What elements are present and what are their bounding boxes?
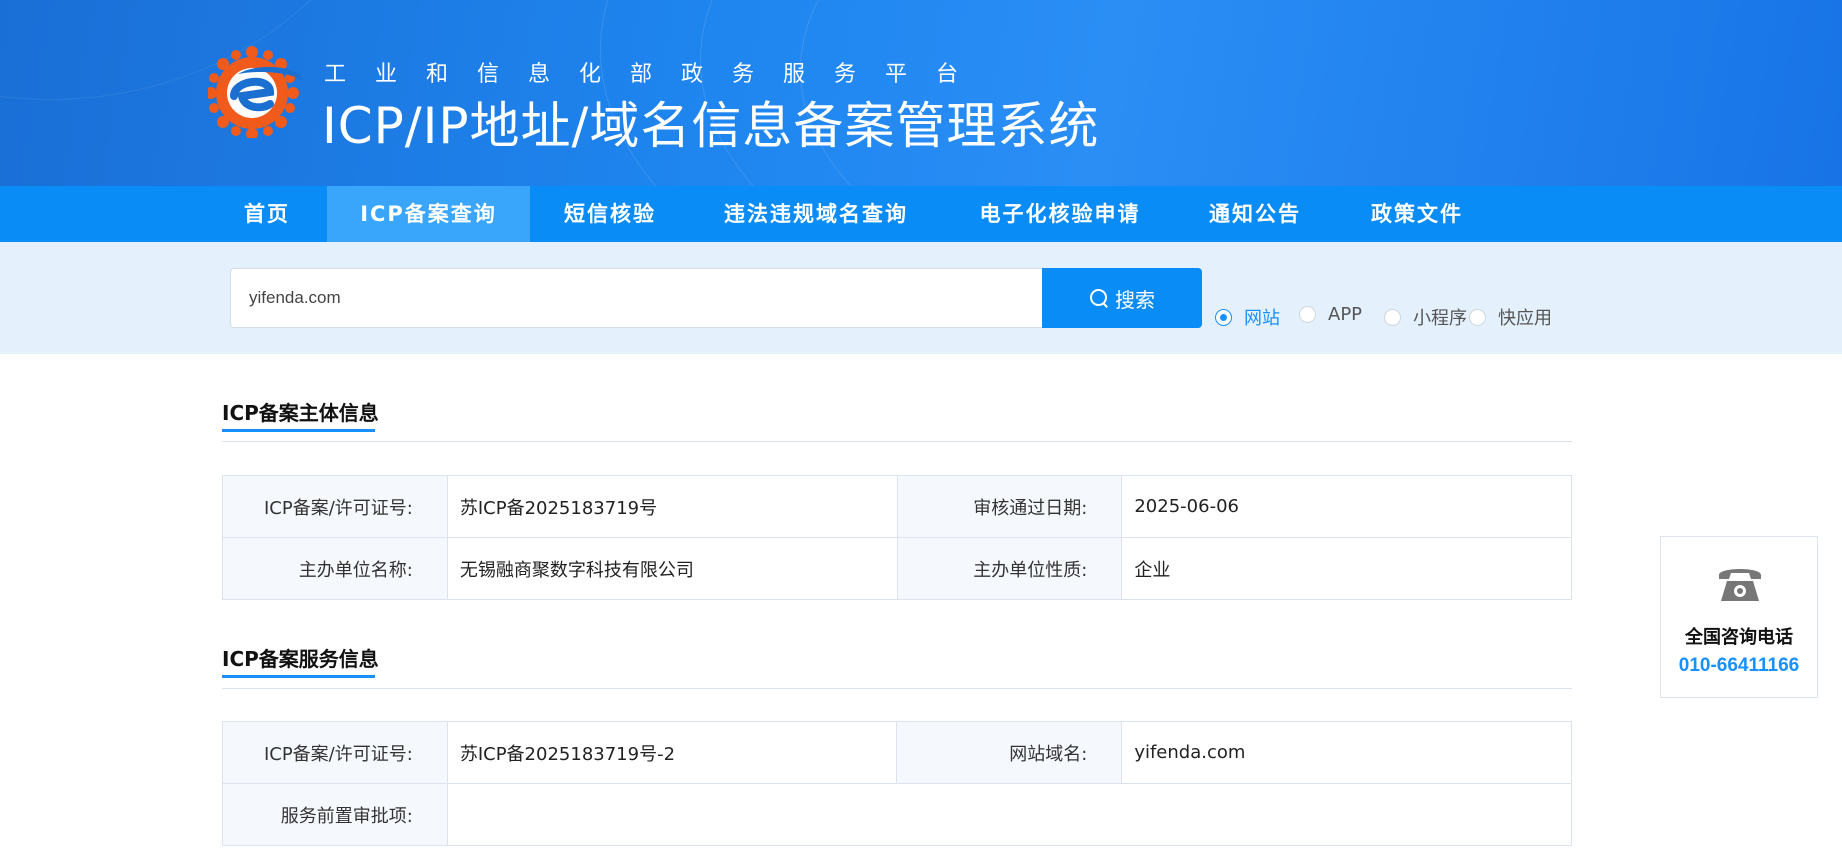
search-icon [1089,288,1109,308]
radio-website[interactable]: 网站 [1215,304,1280,330]
field-value: yifenda.com [1121,721,1572,784]
field-value [446,783,1573,846]
contact-widget[interactable]: 全国咨询电话 010-66411166 [1660,536,1818,698]
section-divider [222,441,1572,442]
radio-app-label: APP [1328,304,1363,325]
radio-unchecked-icon [1384,308,1401,326]
table-row: ICP备案/许可证号: 苏ICP备2025183719号-2 网站域名: yif… [222,721,1572,784]
miit-logo-icon [208,46,302,138]
table-row: 服务前置审批项: [222,783,1573,846]
field-value: 苏ICP备2025183719号 [446,475,898,538]
field-label: 服务前置审批项: [222,783,448,846]
nav-item-home[interactable]: 首页 [226,186,308,242]
field-value: 无锡融商聚数字科技有限公司 [446,537,898,600]
nav-item-illegal-domain-query[interactable]: 违法违规域名查询 [716,186,916,242]
table-row: ICP备案/许可证号: 苏ICP备2025183719号 审核通过日期: 202… [222,475,1572,538]
radio-mini-program-label: 小程序 [1413,308,1467,329]
platform-subtitle: 工业和信息化部政务服务平台 [324,62,988,87]
table-row: 主办单位名称: 无锡融商聚数字科技有限公司 主办单位性质: 企业 [222,537,1572,600]
nav-item-policy[interactable]: 政策文件 [1362,186,1472,242]
subject-info-table: ICP备案/许可证号: 苏ICP备2025183719号 审核通过日期: 202… [222,475,1572,600]
nav-item-icp-query[interactable]: ICP备案查询 [327,186,530,242]
field-value: 企业 [1121,537,1572,600]
field-label: ICP备案/许可证号: [222,475,448,538]
header-banner: 工业和信息化部政务服务平台 ICP/IP地址/域名信息备案管理系统 [0,0,1842,186]
field-label: ICP备案/许可证号: [222,721,448,784]
section-title-underline [222,675,375,678]
main-nav: 首页 ICP备案查询 短信核验 违法违规域名查询 电子化核验申请 通知公告 政策… [0,186,1842,242]
field-label: 主办单位名称: [222,537,448,600]
radio-checked-icon [1215,308,1232,326]
radio-app[interactable]: APP [1299,304,1362,325]
telephone-icon [1719,569,1761,601]
field-label: 网站域名: [896,721,1123,784]
contact-title: 全国咨询电话 [1685,627,1793,648]
field-value: 苏ICP备2025183719号-2 [446,721,898,784]
field-label: 审核通过日期: [896,475,1123,538]
section-title-service: ICP备案服务信息 [222,647,379,671]
search-button-label: 搜索 [1115,287,1155,312]
field-label: 主办单位性质: [896,537,1123,600]
radio-mini-program[interactable]: 小程序 [1384,304,1467,330]
radio-quick-app-label: 快应用 [1498,308,1552,329]
field-value: 2025-06-06 [1121,475,1572,538]
radio-unchecked-icon [1469,308,1486,326]
search-area: 搜索 网站 APP 小程序 快应用 [0,242,1842,354]
section-title-underline [222,429,375,432]
search-button[interactable]: 搜索 [1042,268,1202,328]
radio-unchecked-icon [1299,306,1316,323]
section-divider [222,688,1572,689]
radio-quick-app[interactable]: 快应用 [1469,304,1552,330]
system-title: ICP/IP地址/域名信息备案管理系统 [322,97,1100,155]
section-title-subject: ICP备案主体信息 [222,401,379,425]
radio-website-label: 网站 [1244,308,1280,329]
service-info-table: ICP备案/许可证号: 苏ICP备2025183719号-2 网站域名: yif… [222,721,1573,846]
contact-phone-number[interactable]: 010-66411166 [1661,655,1817,677]
nav-item-notices[interactable]: 通知公告 [1200,186,1310,242]
nav-item-electronic-verify[interactable]: 电子化核验申请 [970,186,1150,242]
search-input[interactable] [230,268,1042,328]
nav-item-sms-verify[interactable]: 短信核验 [550,186,670,242]
